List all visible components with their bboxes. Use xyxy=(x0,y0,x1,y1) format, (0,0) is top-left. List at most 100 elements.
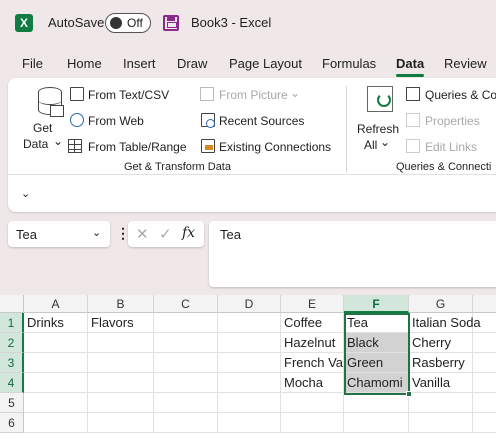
column-header-a[interactable]: A xyxy=(24,295,88,313)
column-header-f[interactable]: F xyxy=(344,295,409,313)
cell-c2[interactable] xyxy=(154,333,218,353)
cell-e2[interactable]: Hazelnut xyxy=(281,333,344,353)
ribbon-tabs: File Home Insert Draw Page Layout Formul… xyxy=(0,50,496,78)
tab-home[interactable]: Home xyxy=(67,56,102,71)
cell-h4[interactable] xyxy=(473,373,496,393)
cell-f3[interactable]: Green xyxy=(344,353,409,373)
cell-g2[interactable]: Cherry xyxy=(409,333,473,353)
cell-e6[interactable] xyxy=(281,413,344,433)
recent-sources-label: Recent Sources xyxy=(219,114,305,128)
cell-g5[interactable] xyxy=(409,393,473,413)
cell-f1[interactable]: Tea xyxy=(344,313,409,333)
title-bar: X AutoSave Off Book3 - Excel xyxy=(0,0,496,46)
properties-label: Properties xyxy=(425,114,480,128)
cell-d5[interactable] xyxy=(218,393,281,413)
cell-a4[interactable] xyxy=(24,373,88,393)
select-all-corner[interactable] xyxy=(0,295,24,313)
row-header-3[interactable]: 3 xyxy=(0,353,24,373)
existing-connections-label: Existing Connections xyxy=(219,140,332,154)
formula-input[interactable]: Tea xyxy=(209,221,496,287)
cell-f4[interactable]: Chamomi xyxy=(344,373,409,393)
queries-icon xyxy=(406,87,420,101)
cell-b1[interactable]: Flavors xyxy=(88,313,154,333)
cell-b5[interactable] xyxy=(88,393,154,413)
cell-a5[interactable] xyxy=(24,393,88,413)
refresh-icon xyxy=(367,86,393,112)
expand-ribbon-icon[interactable]: ⌄ xyxy=(21,187,30,200)
cell-c5[interactable] xyxy=(154,393,218,413)
tab-page-layout[interactable]: Page Layout xyxy=(229,56,302,71)
cell-a3[interactable] xyxy=(24,353,88,373)
cell-c6[interactable] xyxy=(154,413,218,433)
column-header-c[interactable]: C xyxy=(154,295,218,313)
row-header-5[interactable]: 5 xyxy=(0,393,24,413)
autosave-label: AutoSave xyxy=(48,15,105,30)
cell-a1[interactable]: Drinks xyxy=(24,313,88,333)
cell-c3[interactable] xyxy=(154,353,218,373)
cell-b4[interactable] xyxy=(88,373,154,393)
column-header-e[interactable]: E xyxy=(281,295,344,313)
queries-connections-label: Queries & Co xyxy=(425,88,496,102)
column-header-b[interactable]: B xyxy=(88,295,154,313)
save-icon[interactable] xyxy=(163,15,179,31)
get-data-label-2: Data xyxy=(23,137,49,151)
cell-d2[interactable] xyxy=(218,333,281,353)
cell-f6[interactable] xyxy=(344,413,409,433)
cancel-icon[interactable]: ✕ xyxy=(136,225,149,243)
row-header-1[interactable]: 1 xyxy=(0,313,24,333)
cell-f2[interactable]: Black xyxy=(344,333,409,353)
tab-formulas[interactable]: Formulas xyxy=(322,56,376,71)
tab-file[interactable]: File xyxy=(22,56,43,71)
column-header-d[interactable]: D xyxy=(218,295,281,313)
cell-g3[interactable]: Rasberry xyxy=(409,353,473,373)
chevron-down-icon: ⌄ xyxy=(290,86,301,100)
cell-h1[interactable] xyxy=(473,313,496,333)
cell-c4[interactable] xyxy=(154,373,218,393)
column-header-h[interactable] xyxy=(473,295,496,313)
cell-a2[interactable] xyxy=(24,333,88,353)
name-box[interactable]: Tea ⌄ xyxy=(8,221,110,247)
row-header-2[interactable]: 2 xyxy=(0,333,24,353)
tab-insert[interactable]: Insert xyxy=(123,56,156,71)
cell-c1[interactable] xyxy=(154,313,218,333)
cell-d4[interactable] xyxy=(218,373,281,393)
autosave-state: Off xyxy=(127,16,143,30)
chevron-down-icon[interactable]: ⌄ xyxy=(92,226,101,239)
cell-d1[interactable] xyxy=(218,313,281,333)
cell-e3[interactable]: French Va xyxy=(281,353,344,373)
row-header-4[interactable]: 4 xyxy=(0,373,24,393)
tab-draw[interactable]: Draw xyxy=(177,56,207,71)
toggle-knob-icon xyxy=(110,17,122,29)
group-label-queries: Queries & Connecti xyxy=(396,161,492,173)
cell-e5[interactable] xyxy=(281,393,344,413)
globe-icon xyxy=(70,113,84,127)
cell-b2[interactable] xyxy=(88,333,154,353)
autosave-toggle[interactable]: Off xyxy=(105,13,151,33)
cell-e4[interactable]: Mocha xyxy=(281,373,344,393)
insert-function-icon[interactable]: fx xyxy=(182,225,195,241)
enter-icon[interactable]: ✓ xyxy=(159,225,172,243)
cell-h5[interactable] xyxy=(473,393,496,413)
refresh-label-1: Refresh xyxy=(357,122,400,136)
cell-g1[interactable]: Italian Soda xyxy=(409,313,481,333)
row-header-6[interactable]: 6 xyxy=(0,413,24,433)
cell-a6[interactable] xyxy=(24,413,88,433)
spreadsheet-grid[interactable]: A B C D E F G 1 2 3 4 5 6 Drinks Flavors… xyxy=(0,295,496,439)
cell-h6[interactable] xyxy=(473,413,496,433)
cell-d6[interactable] xyxy=(218,413,281,433)
cell-g6[interactable] xyxy=(409,413,473,433)
cell-e1[interactable]: Coffee xyxy=(281,313,344,333)
cell-g4[interactable]: Vanilla xyxy=(409,373,473,393)
column-header-g[interactable]: G xyxy=(409,295,473,313)
cell-f5[interactable] xyxy=(344,393,409,413)
table-icon xyxy=(68,139,82,153)
cell-b3[interactable] xyxy=(88,353,154,373)
tab-review[interactable]: Review xyxy=(444,56,487,71)
fill-handle[interactable] xyxy=(406,391,412,397)
cell-b6[interactable] xyxy=(88,413,154,433)
cell-h2[interactable] xyxy=(473,333,496,353)
cell-d3[interactable] xyxy=(218,353,281,373)
text-file-icon xyxy=(70,87,84,101)
tab-data[interactable]: Data xyxy=(396,56,424,71)
cell-h3[interactable] xyxy=(473,353,496,373)
